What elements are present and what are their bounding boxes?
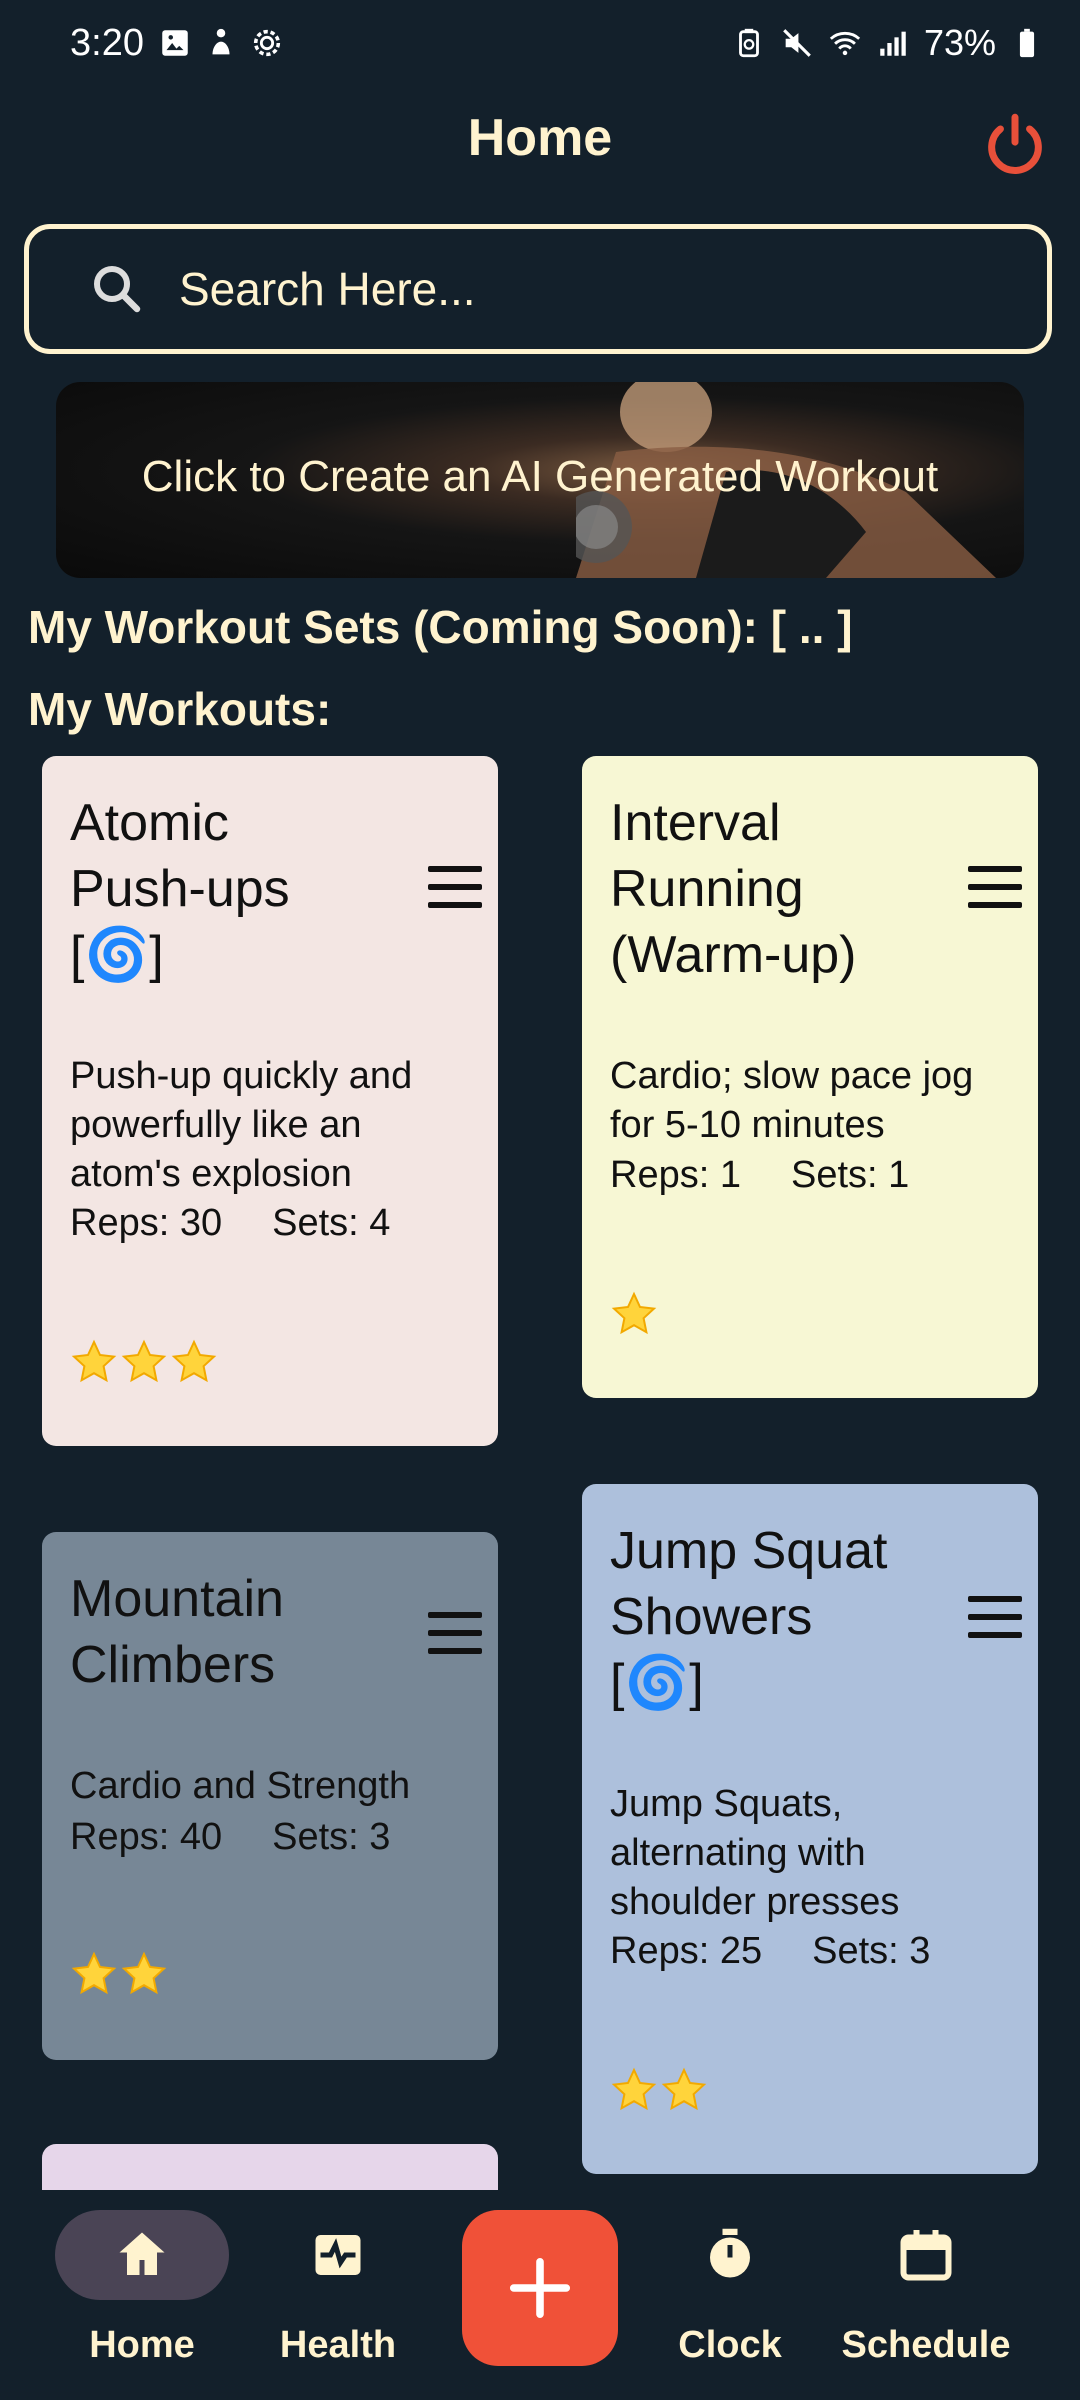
reps-label: Reps: 25 [610, 1930, 763, 1972]
reps-label: Reps: 40 [70, 1816, 223, 1858]
workout-description: Cardio; slow pace jog for 5-10 minutes [610, 1055, 974, 1146]
status-right-icons: 73% [732, 22, 1044, 64]
workout-description: Cardio and Strength [70, 1765, 411, 1807]
page-title: Home [467, 109, 613, 167]
workout-sets-heading: My Workout Sets (Coming Soon): [ .. ] [28, 601, 853, 653]
sets-label: Sets: 1 [790, 1154, 910, 1196]
nav-home-pill [55, 2210, 229, 2300]
workout-meta: Reps: 30 Sets: 4 [70, 1202, 390, 1245]
signal-icon [880, 31, 906, 56]
card-menu-icon[interactable] [428, 1612, 482, 1656]
nav-health-pill [251, 2210, 425, 2300]
workout-description: Push-up quickly and powerfully like an a… [70, 1055, 413, 1195]
settings-gear-icon [253, 29, 281, 57]
home-icon [119, 2232, 165, 2275]
stopwatch-icon [710, 2228, 750, 2278]
star-icon [661, 2067, 707, 2111]
status-left-icons [158, 26, 284, 60]
nav-schedule[interactable]: Schedule [826, 2210, 1026, 2367]
nav-clock-label: Clock [678, 2324, 782, 2366]
workout-card[interactable]: Interval Running (Warm-up) Cardio; slow … [582, 756, 1038, 1398]
workout-description: Jump Squats, alternating with shoulder p… [610, 1783, 900, 1923]
sets-label: Sets: 3 [812, 1930, 931, 1972]
gallery-icon [162, 30, 188, 56]
search-icon [94, 266, 141, 313]
star-icon [611, 1291, 657, 1335]
card-menu-icon[interactable] [968, 866, 1022, 910]
workout-title: Mountain Climbers [70, 1570, 284, 1694]
fitness-app-icon [212, 28, 230, 55]
banner-label: Click to Create an AI Generated Workout [141, 452, 939, 501]
battery-percent: 73% [923, 22, 996, 63]
rating-stars [610, 1290, 658, 1338]
rating-stars [70, 1950, 168, 1998]
nav-home[interactable]: Home [42, 2210, 242, 2367]
workout-card[interactable]: Jump Squat Showers [🌀] Jump Squats, alte… [582, 1484, 1038, 2174]
workout-title: Interval Running (Warm-up) [610, 794, 857, 984]
sets-label: Sets: 4 [272, 1202, 391, 1244]
workout-meta: Reps: 40 Sets: 3 [70, 1816, 390, 1859]
calendar-icon [900, 2230, 952, 2281]
wifi-icon [829, 31, 861, 56]
battery-icon [1019, 28, 1035, 58]
power-icon[interactable] [980, 110, 1050, 180]
workouts-heading: My Workouts: [28, 683, 332, 735]
nav-home-label: Home [89, 2324, 195, 2366]
workout-card[interactable]: Atomic Push-ups [🌀] Push-up quickly and … [42, 756, 498, 1446]
star-icon [121, 1339, 167, 1383]
status-time: 3:20 [70, 22, 144, 64]
card-menu-icon[interactable] [968, 1596, 1022, 1640]
card-menu-icon[interactable] [428, 866, 482, 910]
search-bar[interactable] [24, 224, 1052, 354]
ai-workout-banner[interactable]: Click to Create an AI Generated Workout [56, 382, 1024, 578]
add-workout-button[interactable] [462, 2210, 618, 2366]
status-bar: 3:20 73% [0, 0, 1080, 90]
nav-schedule-label: Schedule [841, 2324, 1011, 2366]
workout-title: Atomic Push-ups [🌀] [70, 794, 290, 984]
star-icon [121, 1951, 167, 1995]
star-icon [171, 1339, 217, 1383]
rating-stars [70, 1338, 218, 1386]
nav-clock-pill [643, 2210, 817, 2300]
workout-title: Jump Squat Showers [🌀] [610, 1522, 888, 1712]
nav-health[interactable]: Health [238, 2210, 438, 2367]
nav-schedule-pill [839, 2210, 1013, 2300]
workout-card[interactable]: Mountain Climbers Cardio and Strength Re… [42, 1532, 498, 2060]
rating-stars [610, 2066, 708, 2114]
battery-saver-icon [739, 28, 759, 58]
workout-meta: Reps: 1 Sets: 1 [610, 1154, 909, 1197]
workout-meta: Reps: 25 Sets: 3 [610, 1930, 930, 1973]
reps-label: Reps: 1 [610, 1154, 741, 1196]
health-pulse-icon [315, 2235, 361, 2275]
star-icon [71, 1339, 117, 1383]
mute-icon [783, 29, 811, 57]
star-icon [71, 1951, 117, 1995]
sets-label: Sets: 3 [272, 1816, 391, 1858]
reps-label: Reps: 30 [70, 1202, 223, 1244]
star-icon [611, 2067, 657, 2111]
search-input[interactable] [177, 261, 981, 317]
nav-health-label: Health [279, 2324, 397, 2366]
plus-icon [509, 2257, 571, 2319]
nav-clock[interactable]: Clock [630, 2210, 830, 2367]
